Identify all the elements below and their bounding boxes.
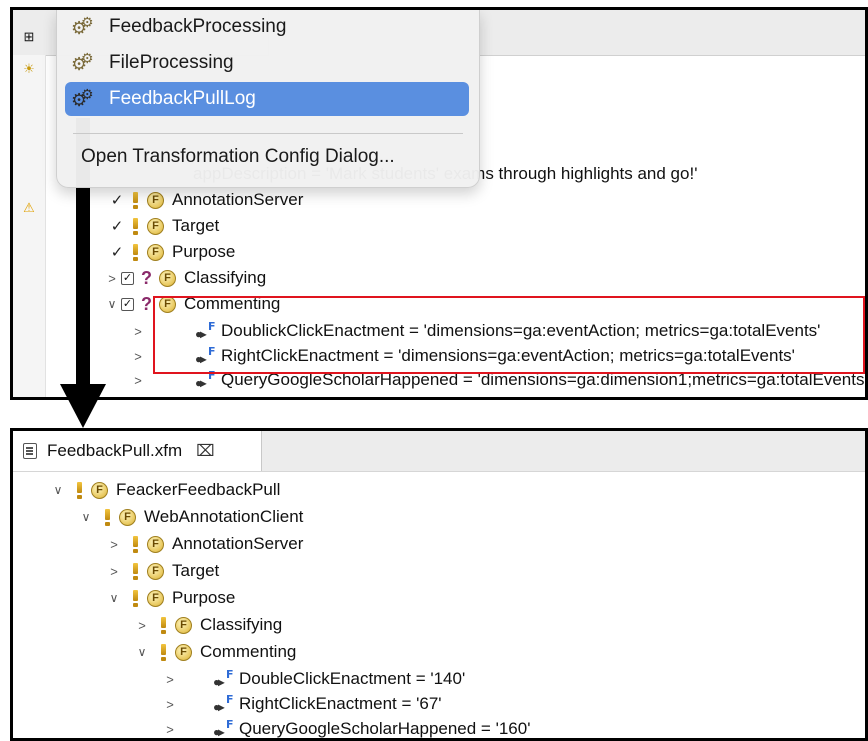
chevron-right-icon[interactable]: >	[161, 697, 179, 712]
editor-tab-feedbackpull[interactable]: FeedbackPull.xfm ⌧	[13, 431, 262, 471]
tree-row-classifying[interactable]: > F Classifying	[133, 613, 282, 637]
tree-row-attribute[interactable]: > ●▸ F RightClickEnactment = '67'	[161, 692, 442, 716]
warning-icon: ⚠	[23, 200, 35, 215]
menu-item-feedbackpulllog[interactable]: ⚙ ⚙ FeedbackPullLog	[65, 82, 469, 116]
feature-icon: F	[147, 589, 164, 607]
menu-item-fileprocessing[interactable]: ⚙ ⚙ FileProcessing	[65, 46, 469, 80]
highlight-box	[153, 296, 865, 374]
tree-row-annotationserver[interactable]: > F AnnotationServer	[105, 532, 303, 556]
mandatory-icon	[131, 191, 139, 209]
menu-item-feedbackprocessing[interactable]: ⚙ ⚙ FeedbackProcessing	[65, 10, 469, 44]
feature-icon: F	[147, 535, 164, 553]
mandatory-icon	[159, 616, 167, 634]
tree-row-label: Purpose	[172, 242, 236, 261]
transformation-menu: ⚙ ⚙ FeedbackProcessing ⚙ ⚙ FileProcessing …	[56, 10, 480, 188]
chevron-right-icon[interactable]: >	[105, 564, 123, 579]
tree-row-label: QueryGoogleScholarHappened = '160'	[239, 719, 531, 738]
menu-item-open-config-dialog[interactable]: Open Transformation Config Dialog...	[81, 146, 395, 168]
feature-icon: F	[119, 508, 136, 526]
editor-gutter: ⊞ ☀ ⚠	[13, 29, 46, 397]
tree-row-label: Target	[172, 216, 220, 235]
file-icon	[23, 443, 37, 459]
optional-icon: ?	[141, 267, 152, 288]
mandatory-icon	[103, 508, 111, 526]
tree-row-purpose[interactable]: ∨ F Purpose	[105, 586, 235, 610]
feature-icon: F	[147, 243, 164, 261]
menu-item-label: FileProcessing	[109, 52, 234, 73]
feature-icon: F	[175, 616, 192, 634]
tree-row-webannotationclient[interactable]: ∨ F WebAnnotationClient	[77, 505, 303, 529]
tree-row-commenting[interactable]: ∨ F Commenting	[133, 640, 296, 664]
mandatory-icon	[131, 589, 139, 607]
attribute-icon: ●▸ F	[213, 668, 234, 689]
feature-icon: F	[147, 217, 164, 235]
tree-row-label: DoubleClickEnactment = '140'	[239, 669, 466, 688]
optional-icon: ?	[141, 293, 152, 314]
feature-icon: F	[159, 269, 176, 287]
chevron-right-icon[interactable]: >	[129, 349, 147, 364]
tree-row-label: Commenting	[200, 642, 297, 661]
chevron-right-icon[interactable]: >	[161, 722, 179, 737]
tree-row-target[interactable]: ✓ F Target	[109, 214, 219, 238]
check-icon: ✓	[110, 192, 124, 209]
chevron-down-icon[interactable]: ∨	[105, 591, 123, 605]
lightbulb-warning-icon: ☀	[23, 61, 35, 76]
gears-icon: ⚙ ⚙	[71, 50, 94, 74]
tree-row-purpose[interactable]: ✓ F Purpose	[109, 240, 235, 264]
tree-row-attribute[interactable]: > ●▸ F QueryGoogleScholarHappened = '160'	[161, 717, 531, 739]
tree-row-label: AnnotationServer	[172, 534, 304, 553]
chevron-right-icon[interactable]: >	[161, 672, 179, 687]
feature-icon: F	[147, 562, 164, 580]
gears-icon: ⚙ ⚙	[71, 86, 94, 110]
tree-row-attribute[interactable]: > ●▸ F DoubleClickEnactment = '140'	[161, 667, 465, 691]
tree-row-label: WebAnnotationClient	[144, 507, 304, 526]
menu-item-label: FeedbackPullLog	[109, 88, 256, 109]
tree-row-label: Purpose	[172, 588, 236, 607]
mandatory-icon	[131, 535, 139, 553]
chevron-down-icon[interactable]: ∨	[49, 483, 67, 497]
mandatory-icon	[75, 481, 83, 499]
chevron-right-icon[interactable]: >	[129, 373, 147, 388]
tree-row-annotationserver[interactable]: ✓ F AnnotationServer	[109, 188, 303, 212]
chevron-right-icon[interactable]: >	[103, 271, 121, 286]
chevron-right-icon[interactable]: >	[129, 324, 147, 339]
chevron-right-icon[interactable]: >	[105, 537, 123, 552]
tree-row-label: Classifying	[184, 268, 267, 287]
chevron-down-icon[interactable]: ∨	[103, 297, 121, 311]
tree-row-target[interactable]: > F Target	[105, 559, 219, 583]
menu-item-label: FeedbackProcessing	[109, 16, 287, 37]
attribute-icon: ●▸ F	[213, 693, 234, 714]
mandatory-icon	[159, 643, 167, 661]
feature-icon: F	[147, 191, 164, 209]
chevron-right-icon[interactable]: >	[133, 618, 151, 633]
down-arrow-icon	[60, 384, 106, 428]
feature-icon: F	[175, 643, 192, 661]
tree-row-label: Target	[172, 561, 220, 580]
tab-label: FeedbackPull.xfm	[47, 441, 183, 460]
menu-separator	[73, 133, 463, 134]
bottom-editor-panel: FeedbackPull.xfm ⌧ ∨ F FeackerFeedbackPu…	[10, 428, 868, 741]
check-icon: ✓	[110, 244, 124, 261]
checkbox[interactable]: ✓	[121, 271, 134, 285]
mandatory-icon	[131, 217, 139, 235]
hierarchy-icon: ⊞	[23, 29, 35, 44]
editor-tab-bar: FeedbackPull.xfm ⌧	[13, 431, 865, 472]
tree-row-label: Classifying	[200, 615, 283, 634]
attribute-icon: ●▸ F	[213, 718, 234, 739]
feature-icon: F	[91, 481, 108, 499]
chevron-down-icon[interactable]: ∨	[77, 510, 95, 524]
top-editor-panel: ⊞ ☀ ⚠ appDescription = 'Mark students' e…	[10, 7, 868, 400]
chevron-down-icon[interactable]: ∨	[133, 645, 151, 659]
tree-row-label: AnnotationServer	[172, 190, 304, 209]
tree-row-feackerfeedbackpull[interactable]: ∨ F FeackerFeedbackPull	[49, 478, 280, 502]
tree-row-label: FeackerFeedbackPull	[116, 480, 281, 499]
tree-row-label: RightClickEnactment = '67'	[239, 694, 442, 713]
mandatory-icon	[131, 243, 139, 261]
gears-icon: ⚙ ⚙	[71, 14, 94, 38]
check-icon: ✓	[110, 218, 124, 235]
tree-row-classifying[interactable]: > ✓ ? F Classifying	[103, 266, 266, 290]
close-icon[interactable]: ⌧	[196, 441, 214, 461]
checkbox[interactable]: ✓	[121, 297, 134, 311]
mandatory-icon	[131, 562, 139, 580]
